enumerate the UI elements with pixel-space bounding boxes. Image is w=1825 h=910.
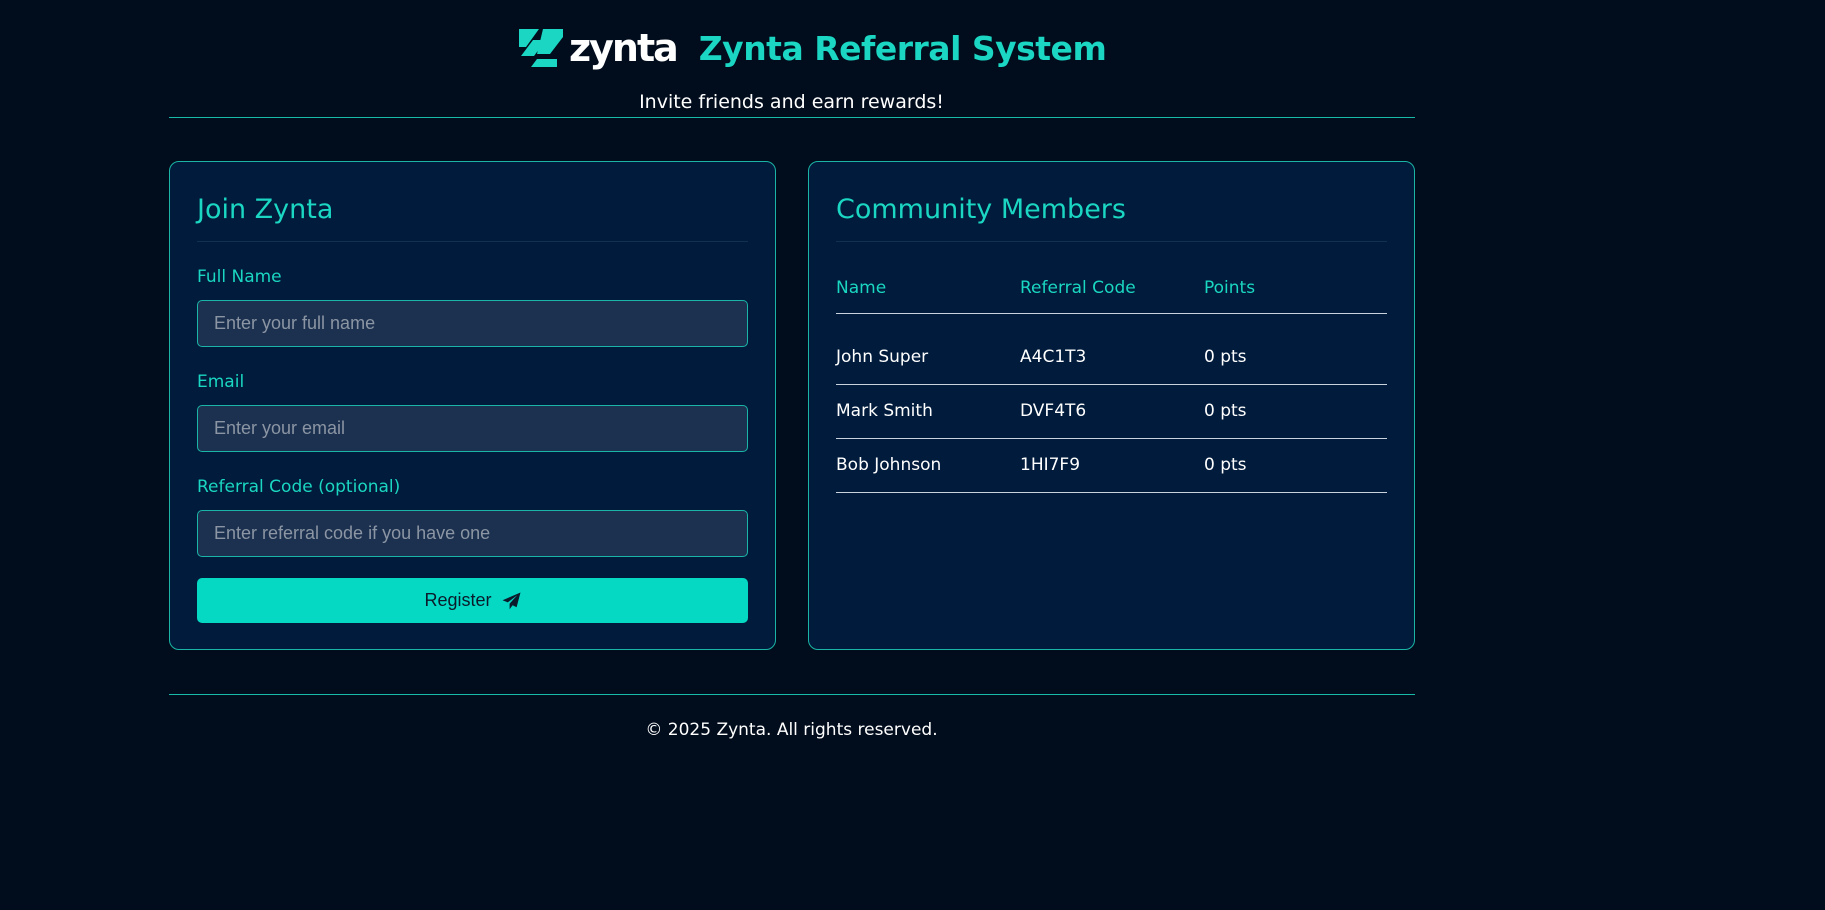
members-table: Name Referral Code Points John Super A4C… (836, 267, 1387, 493)
table-row: Bob Johnson 1HI7F9 0 pts (836, 439, 1387, 493)
members-card: Community Members Name Referral Code Poi… (808, 161, 1415, 650)
member-points: 0 pts (1204, 347, 1247, 367)
full-name-input[interactable] (197, 300, 748, 347)
email-input[interactable] (197, 405, 748, 452)
column-header-points: Points (1204, 278, 1256, 298)
member-points: 0 pts (1204, 401, 1247, 421)
zynta-logo-icon (519, 29, 563, 67)
join-form-card: Join Zynta Full Name Email Referral Code… (169, 161, 776, 650)
register-button[interactable]: Register (197, 578, 748, 623)
member-points: 0 pts (1204, 455, 1247, 475)
logo-wordmark: zynta (569, 26, 679, 70)
brand: zynta Zynta Referral System (519, 22, 1107, 74)
member-name: Bob Johnson (836, 455, 942, 475)
full-name-label: Full Name (197, 267, 282, 287)
footer-divider (169, 694, 1415, 695)
member-referral-code: 1HI7F9 (1020, 455, 1081, 475)
member-name: John Super (836, 347, 929, 367)
footer-copyright: © 2025 Zynta. All rights reserved. (645, 720, 938, 740)
table-body: John Super A4C1T3 0 pts Mark Smith DVF4T… (836, 314, 1387, 493)
member-referral-code: A4C1T3 (1020, 347, 1087, 367)
table-row: Mark Smith DVF4T6 0 pts (836, 385, 1387, 439)
join-form-title: Join Zynta (197, 194, 334, 225)
referral-code-input[interactable] (197, 510, 748, 557)
zynta-logo[interactable]: zynta (519, 23, 679, 73)
paper-plane-icon (502, 592, 521, 610)
join-form-divider (197, 241, 748, 242)
register-button-label: Register (424, 590, 492, 610)
email-label: Email (197, 372, 245, 392)
table-row: John Super A4C1T3 0 pts (836, 331, 1387, 385)
member-referral-code: DVF4T6 (1020, 401, 1087, 421)
header-divider (169, 117, 1415, 118)
members-title: Community Members (836, 194, 1126, 225)
member-name: Mark Smith (836, 401, 933, 421)
page-title: Zynta Referral System (698, 28, 1107, 68)
column-header-name: Name (836, 278, 887, 298)
column-header-referral-code: Referral Code (1020, 278, 1136, 298)
referral-code-label: Referral Code (optional) (197, 477, 401, 497)
page-header: zynta Zynta Referral System Invite frien… (0, 0, 1568, 118)
table-header: Name Referral Code Points (836, 267, 1387, 314)
members-divider (836, 241, 1387, 242)
page-tagline: Invite friends and earn rewards! (639, 91, 944, 113)
